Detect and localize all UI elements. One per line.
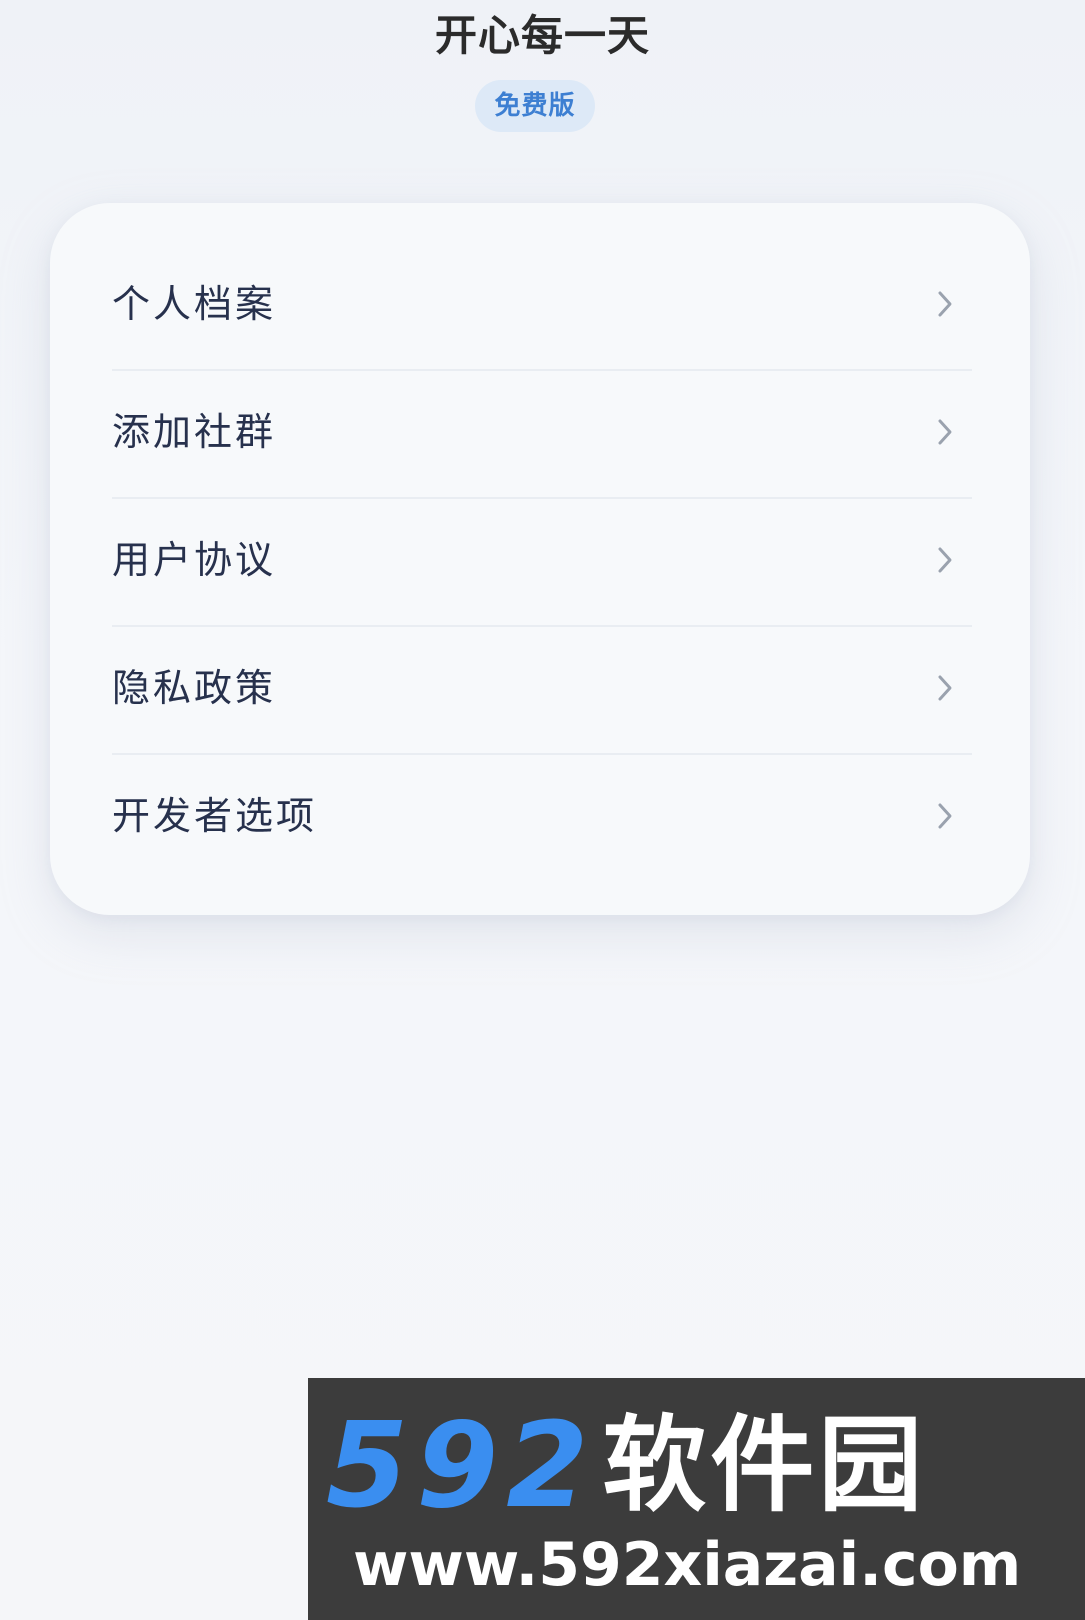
chevron-right-icon [936,673,954,703]
chevron-right-icon [936,545,954,575]
menu-item-label: 用户协议 [112,538,277,582]
watermark-logo-number: 592 [326,1396,597,1534]
menu-item-join-community[interactable]: 添加社群 [112,371,972,499]
menu-item-profile[interactable]: 个人档案 [112,243,972,371]
menu-item-label: 开发者选项 [112,794,318,838]
chevron-right-icon [936,801,954,831]
edition-badge: 免费版 [475,80,595,132]
menu-item-label: 隐私政策 [112,666,277,710]
watermark-logo: 592软件园 [326,1396,1066,1534]
settings-menu-list: 个人档案 添加社群 用户协议 隐私政策 开发者选项 [112,243,972,883]
menu-item-label: 添加社群 [112,410,277,454]
watermark-url: www.592xiazai.com [353,1530,1022,1600]
menu-item-developer-options[interactable]: 开发者选项 [112,755,972,883]
site-watermark: 592软件园 www.592xiazai.com [308,1378,1085,1620]
app-title: 开心每一天 [434,11,650,60]
watermark-logo-name: 软件园 [602,1404,927,1526]
menu-item-label: 个人档案 [112,282,277,326]
menu-item-user-agreement[interactable]: 用户协议 [112,499,972,627]
chevron-right-icon [936,417,954,447]
settings-menu-card: 个人档案 添加社群 用户协议 隐私政策 开发者选项 [50,203,1030,915]
chevron-right-icon [936,289,954,319]
menu-item-privacy-policy[interactable]: 隐私政策 [112,627,972,755]
